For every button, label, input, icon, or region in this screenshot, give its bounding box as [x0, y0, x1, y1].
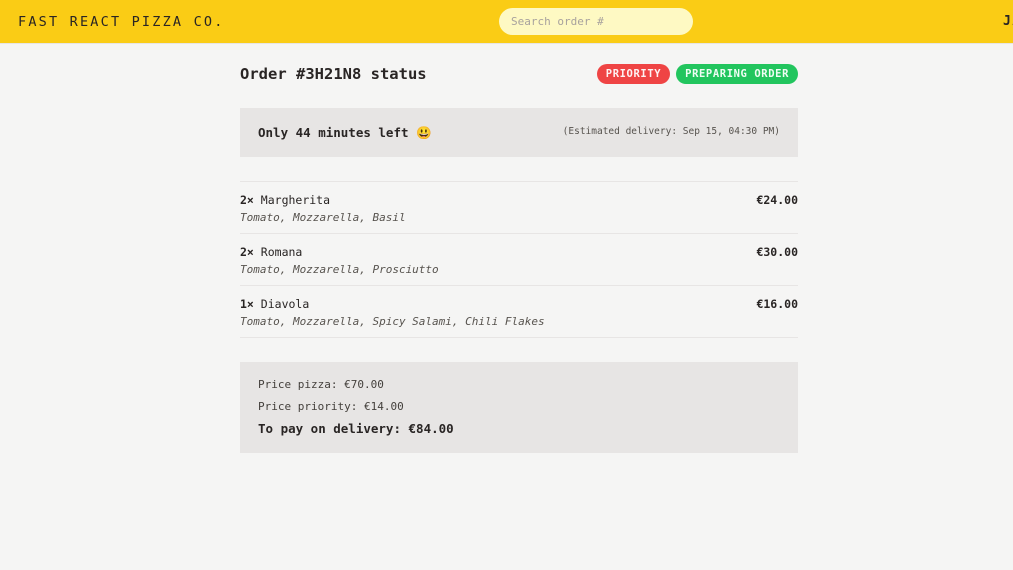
item-title: Diavola — [260, 297, 310, 311]
app-header: FAST REACT PIZZA CO. JA — [0, 0, 1013, 44]
price-pizza-text: Price pizza: €70.00 — [258, 378, 384, 391]
item-quantity: 1× — [240, 297, 254, 311]
price-priority-text: Price priority: €14.00 — [258, 400, 404, 413]
list-item: 2× Romana €30.00 Tomato, Mozzarella, Pro… — [240, 234, 798, 286]
estimated-delivery-text: (Estimated delivery: Sep 15, 04:30 PM) — [562, 126, 780, 137]
search-order-input[interactable] — [499, 8, 693, 35]
status-badge: Preparing order — [676, 64, 798, 84]
list-item: 1× Diavola €16.00 Tomato, Mozzarella, Sp… — [240, 286, 798, 338]
item-price: €24.00 — [756, 193, 798, 207]
item-name: 1× Diavola — [240, 297, 309, 311]
item-ingredients: Tomato, Mozzarella, Basil — [240, 211, 406, 224]
username: JA — [1003, 14, 1013, 29]
item-title: Romana — [260, 245, 303, 259]
order-items-list: 2× Margherita €24.00 Tomato, Mozzarella,… — [240, 181, 798, 338]
item-quantity: 2× — [240, 245, 254, 259]
item-ingredients: Tomato, Mozzarella, Spicy Salami, Chili … — [240, 315, 545, 328]
status-badges: Priority Preparing order — [596, 64, 798, 84]
price-summary-panel: Price pizza: €70.00 Price priority: €14.… — [240, 362, 798, 453]
item-price: €16.00 — [756, 297, 798, 311]
total-to-pay-text: To pay on delivery: €84.00 — [258, 421, 454, 436]
item-title: Margherita — [260, 193, 331, 207]
list-item: 2× Margherita €24.00 Tomato, Mozzarella,… — [240, 182, 798, 234]
item-quantity: 2× — [240, 193, 254, 207]
item-name: 2× Margherita — [240, 193, 330, 207]
logo-link[interactable]: FAST REACT PIZZA CO. — [18, 14, 225, 30]
item-price: €30.00 — [756, 245, 798, 259]
item-ingredients: Tomato, Mozzarella, Prosciutto — [240, 263, 439, 276]
page-title: Order #3H21N8 status — [240, 65, 427, 83]
time-left-text: Only 44 minutes left 😃 — [258, 125, 432, 140]
priority-badge: Priority — [596, 64, 671, 84]
delivery-eta-panel: Only 44 minutes left 😃 (Estimated delive… — [240, 108, 798, 157]
item-name: 2× Romana — [240, 245, 302, 259]
